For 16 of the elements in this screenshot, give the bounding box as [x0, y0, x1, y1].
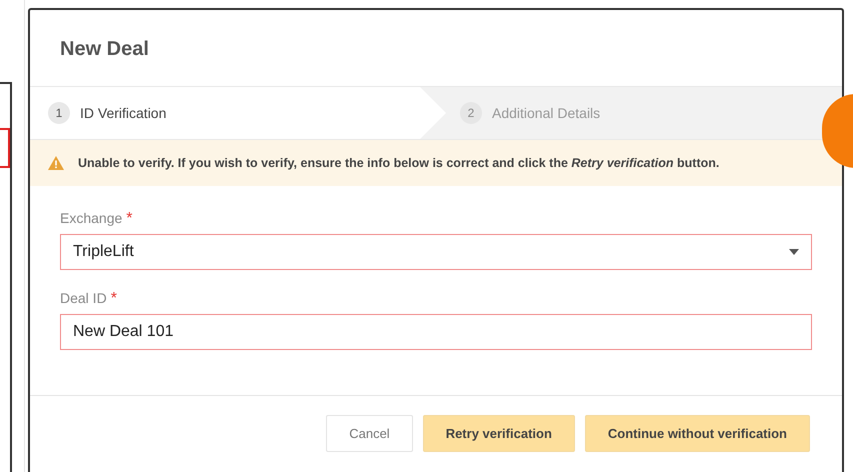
field-label: Deal ID	[60, 290, 107, 306]
caret-icon	[789, 249, 799, 255]
action-button[interactable]: Continue without verification	[584, 415, 810, 452]
step-number: 1	[48, 102, 70, 124]
required-mark: *	[126, 210, 133, 228]
action-button[interactable]: Retry verification	[422, 415, 575, 452]
dropdown[interactable]: TripleLift	[60, 234, 812, 270]
cancel-button[interactable]: Cancel	[326, 415, 413, 452]
alert-message: Unable to verify. If you wish to verify, ensure the info below is correct and click the Retry verification button.	[78, 156, 720, 170]
dialog-title: New Deal	[59, 37, 150, 62]
warning-icon	[48, 156, 64, 170]
input-field[interactable]: New Deal 101	[60, 314, 812, 350]
step-number: 2	[460, 102, 482, 124]
required-mark: *	[110, 290, 117, 308]
field-label: Exchange	[60, 210, 122, 226]
input-field[interactable]	[0, 128, 10, 168]
